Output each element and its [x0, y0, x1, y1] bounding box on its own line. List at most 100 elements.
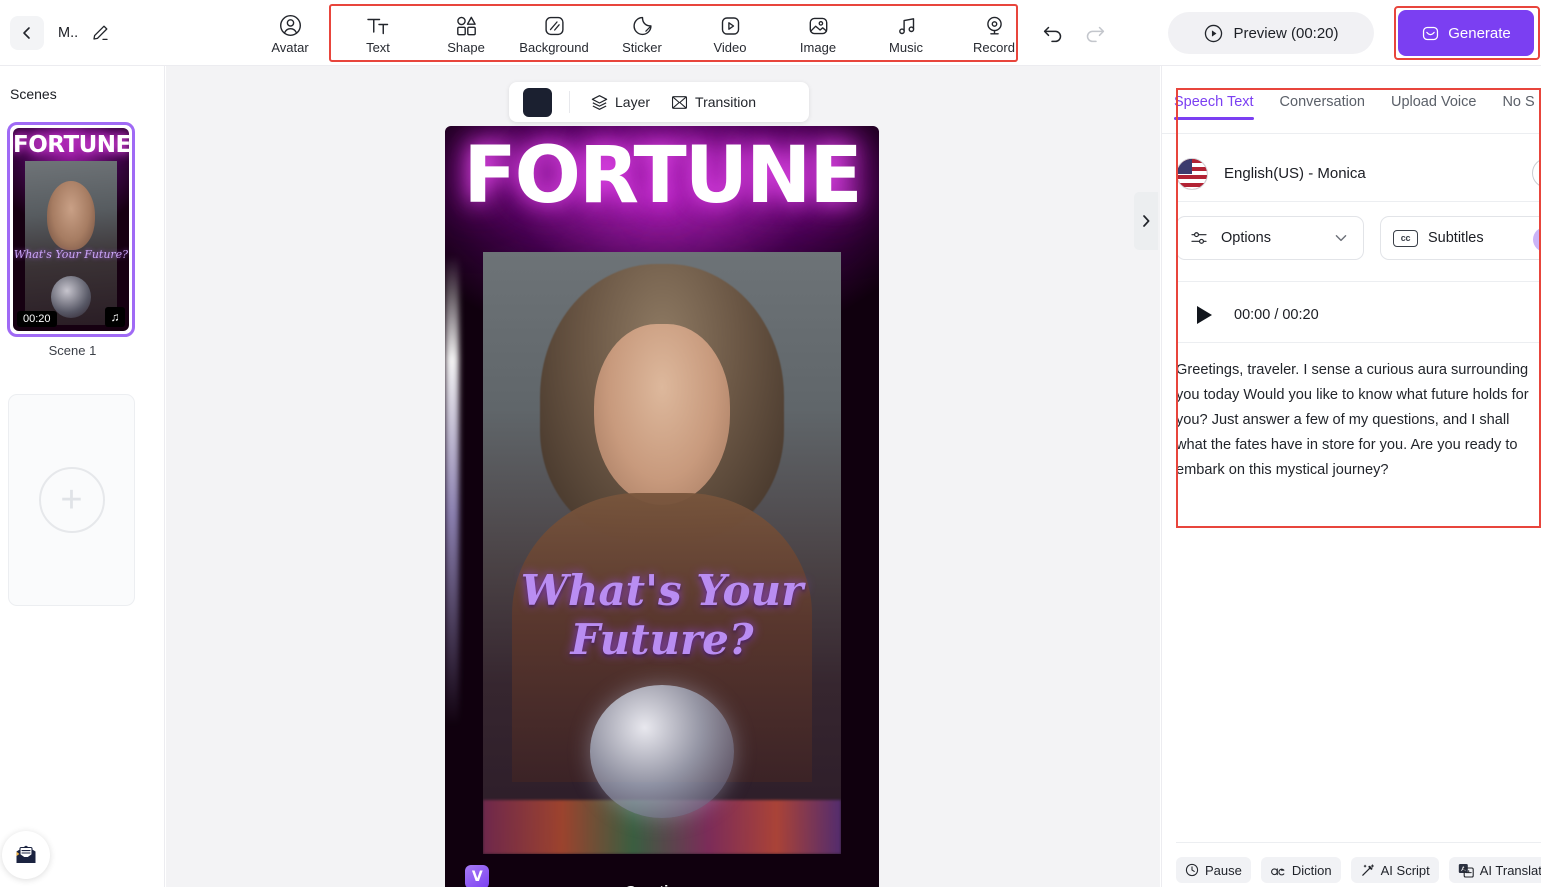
svg-text:A: A: [1461, 865, 1466, 873]
back-button[interactable]: [10, 16, 44, 50]
subtitles-toggle[interactable]: [1533, 227, 1541, 252]
app-root: M.. Avatar: [0, 0, 1541, 887]
scene-thumb-title: FORTUNE: [13, 132, 129, 158]
options-dropdown[interactable]: Options: [1176, 216, 1364, 260]
sticker-icon: [630, 12, 655, 38]
ai-translator-button[interactable]: A AI Translator: [1449, 857, 1541, 883]
pencil-icon: [90, 23, 110, 43]
scene-thumb-subtitle: What's Your Future?: [13, 248, 129, 261]
tool-strip: Avatar Text Shape: [246, 0, 1038, 66]
tool-shape[interactable]: Shape: [422, 4, 510, 62]
photo-face: [594, 324, 730, 505]
scenes-panel: Scenes FORTUNE What's Your Future? 00:20…: [0, 66, 165, 887]
script-textarea[interactable]: Greetings, traveler. I sense a curious a…: [1176, 358, 1532, 483]
text-icon: [365, 12, 391, 38]
tool-record[interactable]: Record: [950, 4, 1038, 62]
layer-label: Layer: [615, 94, 650, 110]
pause-button[interactable]: Pause: [1176, 857, 1251, 883]
canvas-caption-text: Greetings,: [445, 883, 879, 887]
play-icon[interactable]: [1197, 306, 1212, 324]
undo-redo-group: [1040, 0, 1108, 66]
audio-player: 00:00 / 00:20: [1176, 292, 1541, 338]
background-icon: [542, 12, 567, 38]
generate-icon: [1421, 24, 1440, 43]
record-icon: [982, 12, 1007, 38]
photo-crystal-ball: [590, 685, 733, 817]
tool-text[interactable]: Text: [334, 4, 422, 62]
transition-label: Transition: [695, 94, 756, 110]
tab-speech-text[interactable]: Speech Text: [1174, 94, 1254, 120]
generate-label: Generate: [1448, 25, 1511, 42]
tool-background[interactable]: Background: [510, 4, 598, 62]
canvas-stage: Layer Transition FORTUNE What's: [166, 66, 1160, 887]
preview-button[interactable]: Preview (00:20): [1168, 12, 1374, 54]
tool-label: Music: [889, 41, 923, 54]
tab-no-subtitle[interactable]: No S: [1502, 94, 1534, 120]
redo-icon: [1083, 22, 1107, 44]
undo-button[interactable]: [1040, 20, 1066, 46]
bottom-divider: [1176, 842, 1541, 843]
music-icon: [894, 12, 919, 38]
scene-thumb-photo: [25, 161, 117, 325]
tab-conversation[interactable]: Conversation: [1280, 94, 1365, 120]
canvas-toolbar: Layer Transition: [509, 82, 809, 122]
options-divider: [1176, 281, 1541, 282]
player-divider: [1176, 342, 1541, 343]
preview-label: Preview (00:20): [1233, 25, 1338, 42]
tool-label: Video: [713, 41, 746, 54]
image-icon: [806, 12, 831, 38]
tab-upload-voice[interactable]: Upload Voice: [1391, 94, 1476, 120]
voice-divider: [1176, 201, 1541, 202]
feedback-button[interactable]: [2, 831, 50, 879]
tool-label: AI Script: [1381, 863, 1430, 878]
voice-more-button[interactable]: [1532, 158, 1541, 188]
transition-icon: [670, 93, 689, 112]
us-flag-icon: [1176, 158, 1208, 190]
chevron-right-icon: [1139, 212, 1153, 230]
voice-selector[interactable]: English(US) - Monica: [1176, 146, 1541, 201]
chevron-down-icon: [1333, 230, 1349, 246]
tool-label: Shape: [447, 41, 485, 54]
collapse-panel-button[interactable]: [1134, 192, 1158, 250]
layer-button[interactable]: Layer: [590, 93, 650, 112]
cc-icon: cc: [1393, 230, 1418, 247]
plus-icon: +: [39, 467, 105, 533]
undo-icon: [1041, 22, 1065, 44]
mail-icon: [13, 842, 39, 868]
add-scene-button[interactable]: +: [8, 394, 135, 606]
redo-button[interactable]: [1082, 20, 1108, 46]
canvas-color-swatch[interactable]: [523, 88, 552, 117]
tool-avatar[interactable]: Avatar: [246, 4, 334, 62]
canvas-title-text[interactable]: FORTUNE: [445, 131, 879, 221]
edit-title-button[interactable]: [90, 23, 110, 43]
ai-script-button[interactable]: AI Script: [1351, 857, 1439, 883]
generate-button[interactable]: Generate: [1398, 10, 1534, 56]
toolbar-divider: [569, 91, 570, 113]
sliders-icon: [1189, 228, 1209, 248]
transition-button[interactable]: Transition: [670, 93, 756, 112]
scene-label: Scene 1: [0, 343, 145, 358]
panel-tabs: Speech Text Conversation Upload Voice No…: [1174, 94, 1535, 120]
canvas-tagline-text[interactable]: What's Your Future?: [445, 566, 879, 664]
diction-button[interactable]: Diction: [1261, 857, 1341, 883]
tool-sticker[interactable]: Sticker: [598, 4, 686, 62]
tool-label: Record: [973, 41, 1015, 54]
tool-label: Background: [519, 41, 588, 54]
canvas-photo[interactable]: [483, 252, 841, 854]
tool-video[interactable]: Video: [686, 4, 774, 62]
tool-label: Pause: [1205, 863, 1242, 878]
avatar-icon: [278, 12, 303, 38]
tool-image[interactable]: Image: [774, 4, 862, 62]
tool-label: Diction: [1292, 863, 1332, 878]
tool-label: Text: [366, 41, 390, 54]
chevron-left-icon: [19, 25, 35, 41]
subtitles-label: Subtitles: [1428, 230, 1484, 246]
scene-card[interactable]: FORTUNE What's Your Future? 00:20 ♫: [7, 122, 135, 337]
voice-name: English(US) - Monica: [1224, 165, 1366, 182]
project-title: M..: [58, 25, 78, 41]
scene-duration: 00:20: [17, 311, 57, 327]
subtitles-toggle-row[interactable]: cc Subtitles: [1380, 216, 1541, 260]
tool-music[interactable]: Music: [862, 4, 950, 62]
tool-label: Avatar: [271, 41, 308, 54]
video-canvas[interactable]: FORTUNE What's Your Future? V Vidnoz Gre…: [445, 126, 879, 887]
